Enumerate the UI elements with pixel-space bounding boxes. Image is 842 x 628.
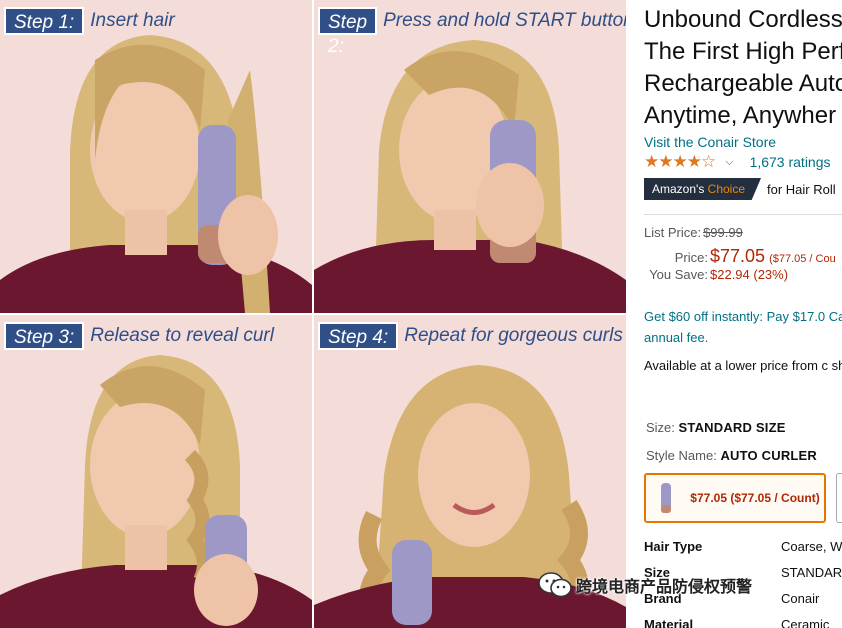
- swatch-price: $77.05 ($77.05 / Count): [690, 491, 820, 505]
- style-swatch-next[interactable]: [836, 473, 842, 523]
- step-2-photo: [314, 0, 626, 313]
- rating-count-link[interactable]: 1,673 ratings: [750, 154, 831, 170]
- wechat-icon: [538, 572, 572, 598]
- star-rating-icon[interactable]: ★★★★☆: [644, 152, 716, 172]
- spec-row: Material Ceramic: [644, 617, 829, 628]
- size-label: Size:: [646, 420, 675, 435]
- price-value: $77.05: [710, 246, 766, 266]
- step-3-image[interactable]: Step 3: Release to reveal curl: [0, 315, 312, 628]
- style-swatch-selected[interactable]: $77.05 ($77.05 / Count): [644, 473, 826, 523]
- step-1-text: Insert hair: [90, 10, 175, 31]
- spec-value: STANDAR: [781, 565, 842, 580]
- chevron-down-icon[interactable]: ⌵: [725, 156, 733, 169]
- step-1-image[interactable]: Step 1: Insert hair: [0, 0, 312, 313]
- price-label: Price:: [674, 250, 708, 265]
- divider: [644, 214, 842, 215]
- step-3-badge: Step 3:: [4, 322, 85, 350]
- spec-value: Coarse, W: [781, 539, 842, 554]
- watermark: 跨境电商产品防侵权预警: [538, 572, 752, 598]
- step-2-text: Press and hold START button: [383, 10, 626, 31]
- amazons-choice-row[interactable]: Amazon's Choice for Hair Roll: [644, 178, 836, 200]
- choice-badge-label-accent: Choice: [707, 182, 746, 196]
- size-value: STANDARD SIZE: [678, 420, 786, 435]
- price-block: List Price: $99.99 Price: $77.05 ($77.05…: [644, 225, 836, 288]
- product-info-panel: Unbound Cordless The First High Perf Rec…: [644, 0, 842, 628]
- price-per-unit: ($77.05 / Cou: [769, 253, 836, 265]
- curler-thumbnail-icon: [661, 483, 671, 513]
- product-title: Unbound Cordless The First High Perf Rec…: [644, 4, 842, 132]
- amazons-choice-badge[interactable]: Amazon's Choice: [644, 178, 762, 200]
- step-4-text: Repeat for gorgeous curls: [404, 325, 623, 346]
- swatch-thumbnail: [646, 475, 686, 521]
- step-2-image[interactable]: Step 2: Press and hold START button: [314, 0, 626, 313]
- step-3-text: Release to reveal curl: [90, 325, 274, 346]
- store-link[interactable]: Visit the Conair Store: [644, 134, 776, 150]
- you-save-label: You Save:: [649, 267, 708, 282]
- spec-row: Hair Type Coarse, W: [644, 539, 842, 554]
- step-1-badge: Step 1:: [4, 7, 85, 35]
- list-price-value: $99.99: [703, 225, 743, 240]
- style-value: AUTO CURLER: [720, 448, 818, 463]
- size-selector-label: Size: STANDARD SIZE: [646, 420, 786, 435]
- list-price-label: List Price:: [644, 225, 702, 240]
- spec-key: Material: [644, 617, 694, 628]
- you-save-value: $22.94 (23%): [710, 267, 789, 282]
- card-promo-link[interactable]: Get $60 off instantly: Pay $17.0 Card. N…: [644, 306, 842, 348]
- step-4-badge: Step 4:: [318, 322, 399, 350]
- choice-category: for Hair Roll: [767, 181, 836, 197]
- spec-value: Conair: [781, 591, 820, 606]
- step-3-photo: [0, 315, 312, 628]
- title-line: Anytime, Anywher: [644, 102, 837, 129]
- watermark-text: 跨境电商产品防侵权预警: [576, 579, 753, 596]
- product-image-grid[interactable]: Step 1: Insert hair Step 2: Press and ho…: [0, 0, 626, 628]
- title-line: Unbound Cordless: [644, 6, 842, 33]
- step-2-badge: Step 2:: [318, 7, 378, 57]
- spec-value: Ceramic: [781, 617, 830, 628]
- title-line: The First High Perf: [644, 38, 842, 65]
- style-selector-label: Style Name: AUTO CURLER: [646, 448, 817, 463]
- spec-key: Hair Type: [644, 539, 703, 554]
- rating-row[interactable]: ★★★★☆ ⌵ 1,673 ratings: [644, 152, 831, 172]
- style-label: Style Name:: [646, 448, 717, 463]
- step-1-photo: [0, 0, 312, 313]
- title-line: Rechargeable Auto: [644, 70, 842, 97]
- choice-badge-label: Amazon's: [652, 182, 705, 196]
- availability-text: Available at a lower price from c shippi…: [644, 358, 842, 373]
